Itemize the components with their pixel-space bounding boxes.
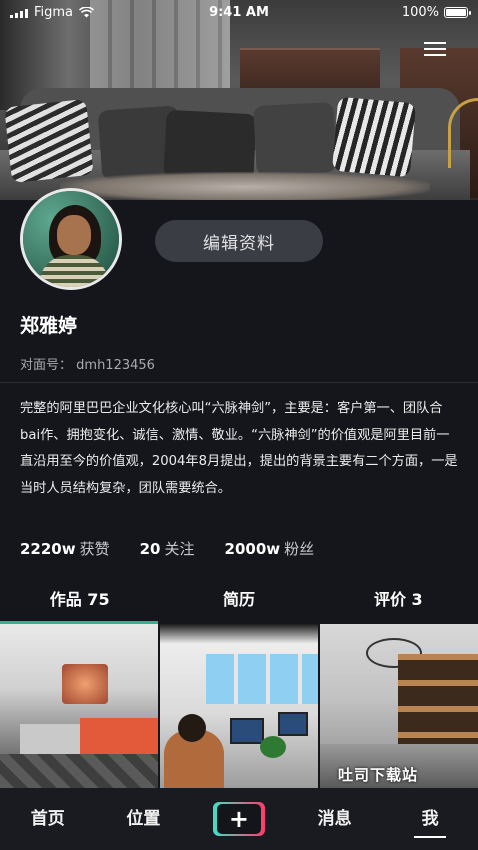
stat-label: 关注 — [164, 540, 195, 558]
tab-resume[interactable]: 简历 — [159, 580, 318, 622]
user-name: 郑雅婷 — [20, 315, 78, 337]
battery-percent: 100% — [401, 5, 439, 20]
edit-profile-button[interactable]: 编辑资料 — [155, 220, 323, 262]
nav-home[interactable]: 首页 — [0, 788, 96, 850]
nav-messages[interactable]: 消息 — [287, 788, 383, 850]
bottom-nav: 首页 位置 + 消息 我 — [0, 788, 478, 850]
tab-works[interactable]: 作品 75 — [0, 580, 159, 622]
stat-followers[interactable]: 2000w 粉丝 — [225, 538, 315, 559]
stat-following[interactable]: 20 关注 — [140, 538, 195, 559]
tab-reviews[interactable]: 评价 3 — [319, 580, 478, 622]
work-thumbnail[interactable]: 吐司下载站 — [320, 624, 478, 788]
work-thumbnail[interactable] — [0, 624, 158, 788]
cover-photo — [0, 0, 478, 200]
status-bar: Figma 9:41 AM 100% — [0, 0, 478, 26]
stat-likes[interactable]: 2220w 获赞 — [20, 538, 110, 559]
stat-label: 粉丝 — [284, 540, 315, 558]
stats-row: 2220w 获赞 20 关注 2000w 粉丝 — [20, 538, 314, 559]
watermark-text: 吐司下载站 — [338, 766, 419, 784]
nav-publish[interactable]: + — [191, 788, 287, 850]
stat-value: 2000w — [224, 540, 281, 558]
publish-button[interactable]: + — [212, 802, 265, 836]
stat-value: 20 — [139, 540, 161, 558]
works-grid: 吐司下载站 — [0, 624, 478, 788]
divider — [0, 382, 478, 383]
account-id-value: dmh123456 — [76, 358, 155, 373]
work-thumbnail[interactable] — [160, 624, 318, 788]
menu-icon[interactable] — [424, 42, 446, 58]
profile-tabs: 作品 75 简历 评价 3 — [0, 580, 478, 622]
bio-text: 完整的阿里巴巴企业文化核心叫“六脉神剑”，主要是：客户第一、团队合bai作、拥抱… — [20, 401, 458, 496]
stat-label: 获赞 — [79, 540, 110, 558]
account-id-row: 对面号： dmh123456 — [20, 354, 155, 373]
avatar[interactable] — [20, 188, 122, 290]
account-id-label: 对面号： — [20, 358, 73, 373]
nav-me[interactable]: 我 — [382, 788, 478, 850]
plus-icon: + — [216, 804, 261, 834]
battery-icon — [444, 7, 471, 18]
nav-location[interactable]: 位置 — [96, 788, 192, 850]
stat-value: 2220w — [20, 540, 76, 558]
